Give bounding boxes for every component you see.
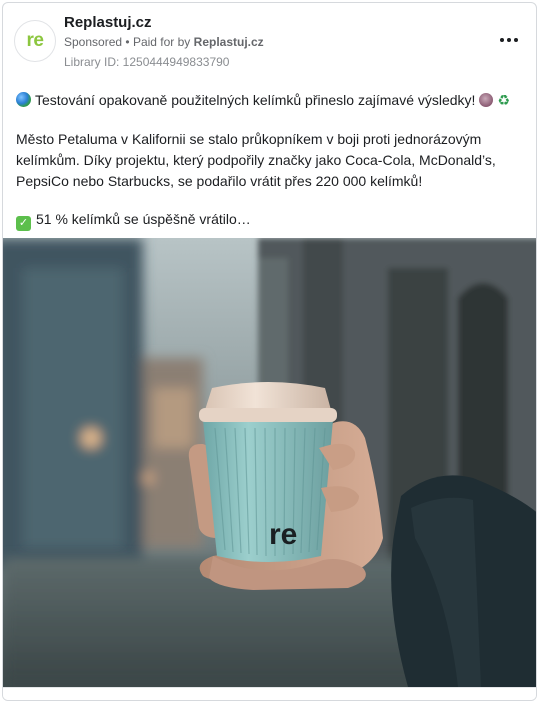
cup-logo-text: re — [269, 518, 297, 551]
post-paragraph: Město Petaluma v Kalifornii se stalo prů… — [16, 131, 496, 189]
ad-image[interactable]: re — [3, 238, 536, 687]
sponsored-meta: Sponsored • Paid for by Replastuj.cz — [64, 35, 264, 49]
cup-photo: re — [3, 238, 536, 687]
more-dot-icon — [507, 38, 511, 42]
globe-icon — [16, 92, 31, 107]
page-avatar[interactable]: re — [14, 20, 56, 62]
page-name-link[interactable]: Replastuj.cz — [64, 14, 152, 31]
post-header: re Replastuj.cz Sponsored • Paid for by … — [3, 3, 536, 73]
paid-for-by-link[interactable]: Replastuj.cz — [194, 35, 264, 49]
library-id: Library ID: 1250444949833790 — [64, 55, 230, 69]
ad-card: re Replastuj.cz Sponsored • Paid for by … — [2, 2, 537, 701]
check-icon: ✓ — [16, 216, 31, 231]
more-dot-icon — [500, 38, 504, 42]
post-stat-line: ✓ 51 % kelímků se úspěšně vrátilo… — [16, 209, 526, 231]
recycle-icon: ♻ — [497, 92, 511, 108]
sponsored-label: Sponsored — [64, 35, 123, 49]
headline-text: Testování opakovaně použitelných kelímků… — [35, 92, 476, 108]
brand-logo: re — [26, 30, 44, 51]
post-footer — [3, 687, 536, 700]
face-emoji-icon — [479, 93, 494, 107]
paid-for-prefix: Paid for by — [132, 35, 191, 49]
more-options-button[interactable] — [500, 33, 518, 47]
separator-dot: • — [125, 35, 133, 49]
post-headline: Testování opakovaně použitelných kelímků… — [16, 90, 526, 111]
stat-text: 51 % kelímků se úspěšně vrátilo… — [36, 211, 251, 227]
more-dot-icon — [514, 38, 518, 42]
